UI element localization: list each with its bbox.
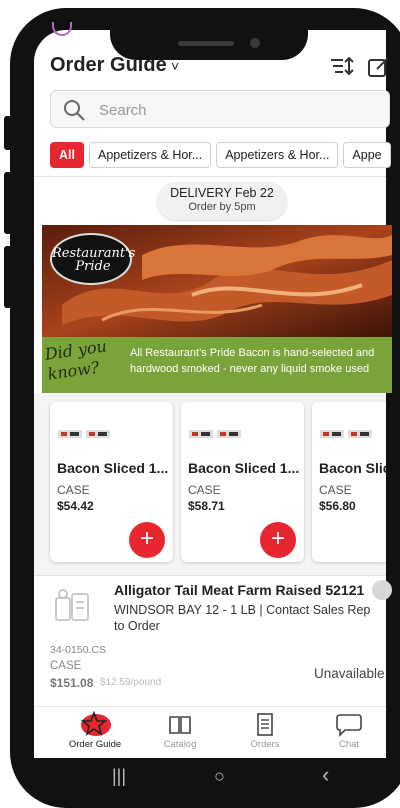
banner-fact: All Restaurant's Pride Bacon is hand-sel… xyxy=(130,345,392,377)
divider xyxy=(34,176,386,177)
add-to-cart-button[interactable]: + xyxy=(129,522,165,558)
tab-order-guide[interactable]: Order Guide xyxy=(60,711,130,750)
tab-chat[interactable]: Chat xyxy=(314,711,384,750)
product-price: $54.42 xyxy=(57,499,94,513)
product-thumbnail xyxy=(320,430,372,438)
product-name: Bacon Slic xyxy=(319,460,386,476)
tab-catalog[interactable]: Catalog xyxy=(145,711,215,750)
side-button xyxy=(4,116,12,150)
product-placeholder-icon xyxy=(55,589,89,621)
bottom-tab-bar: Order Guide Catalog Orders Chat xyxy=(34,706,386,758)
star-icon xyxy=(80,711,111,736)
tab-label: Chat xyxy=(338,739,360,750)
brand-logo-text: Restaurant's Pride xyxy=(52,246,136,274)
tab-label: Orders xyxy=(250,739,280,750)
item-price: $151.08 xyxy=(50,676,94,690)
item-unit: CASE xyxy=(50,660,82,672)
tab-label: Catalog xyxy=(163,739,197,750)
tab-label: Order Guide xyxy=(68,739,122,750)
list-item[interactable]: Alligator Tail Meat Farm Raised 52121 WI… xyxy=(34,575,392,700)
order-cutoff: Order by 5pm xyxy=(188,201,256,213)
product-price: $58.71 xyxy=(188,499,225,513)
back-button[interactable]: ‹ xyxy=(322,762,329,788)
sort-icon[interactable] xyxy=(330,56,354,76)
product-name: Bacon Sliced 1... xyxy=(57,460,169,476)
tab-orders[interactable]: Orders xyxy=(230,711,300,750)
edit-icon[interactable] xyxy=(368,56,390,78)
chat-bubble-icon xyxy=(336,714,362,737)
banner-fact-line: All Restaurant's Pride Bacon is hand-sel… xyxy=(130,347,375,359)
banner-fact-line: hardwood smoked - never any liquid smoke… xyxy=(130,363,370,375)
delivery-date: DELIVERY Feb 22 xyxy=(170,186,274,200)
product-unit: CASE xyxy=(319,483,352,497)
search-icon xyxy=(64,100,85,121)
item-title: Alligator Tail Meat Farm Raised 52121 xyxy=(114,582,365,598)
recents-button[interactable]: ||| xyxy=(112,766,126,787)
product-card[interactable]: Bacon Slic CASE $56.80 xyxy=(312,402,386,562)
filter-chip-appetizers[interactable]: Appetizers & Hor... xyxy=(216,142,339,168)
receipt-icon xyxy=(257,713,273,736)
brand-logo: Restaurant's Pride xyxy=(50,233,136,285)
filter-chip-appetizers[interactable]: Appetizers & Hor... xyxy=(88,142,212,168)
product-thumbnail xyxy=(189,430,241,438)
home-button[interactable]: ○ xyxy=(214,766,225,787)
product-thumbnail xyxy=(58,430,110,438)
speaker xyxy=(178,41,234,46)
add-to-cart-button[interactable]: + xyxy=(260,522,296,558)
side-button xyxy=(4,246,12,308)
item-unit-price: $12.59/pound xyxy=(100,677,162,688)
book-icon xyxy=(169,716,191,734)
item-sku: 34-0150.CS xyxy=(50,644,107,656)
promo-banner[interactable]: Restaurant's Pride Did you know? All Res… xyxy=(42,225,392,393)
system-nav-bar: ||| ○ ‹ xyxy=(34,758,386,798)
item-description: WINDSOR BAY 12 - 1 LB | Contact Sales Re… xyxy=(114,603,371,633)
product-card[interactable]: Bacon Sliced 1... CASE $58.71 + xyxy=(181,402,304,562)
filter-chip-all[interactable]: All xyxy=(50,142,84,168)
category-filter-bar: All Appetizers & Hor... Appetizers & Hor..… xyxy=(50,142,391,170)
availability-status: Unavailable xyxy=(314,666,385,681)
chevron-down-icon[interactable]: ˅ xyxy=(171,58,179,74)
product-name: Bacon Sliced 1... xyxy=(188,460,300,476)
filter-chip-partial[interactable]: Appe xyxy=(343,142,391,168)
more-options-icon[interactable] xyxy=(372,580,392,600)
search-bar[interactable] xyxy=(50,90,390,128)
product-price: $56.80 xyxy=(319,499,356,513)
camera-icon xyxy=(250,38,260,48)
product-card[interactable]: Bacon Sliced 1... CASE $54.42 + xyxy=(50,402,173,562)
side-button xyxy=(4,172,12,234)
delivery-date-pill[interactable]: DELIVERY Feb 22 Order by 5pm xyxy=(157,182,287,220)
search-input[interactable] xyxy=(99,99,369,121)
product-unit: CASE xyxy=(57,483,90,497)
notch xyxy=(110,8,308,60)
product-unit: CASE xyxy=(188,483,221,497)
